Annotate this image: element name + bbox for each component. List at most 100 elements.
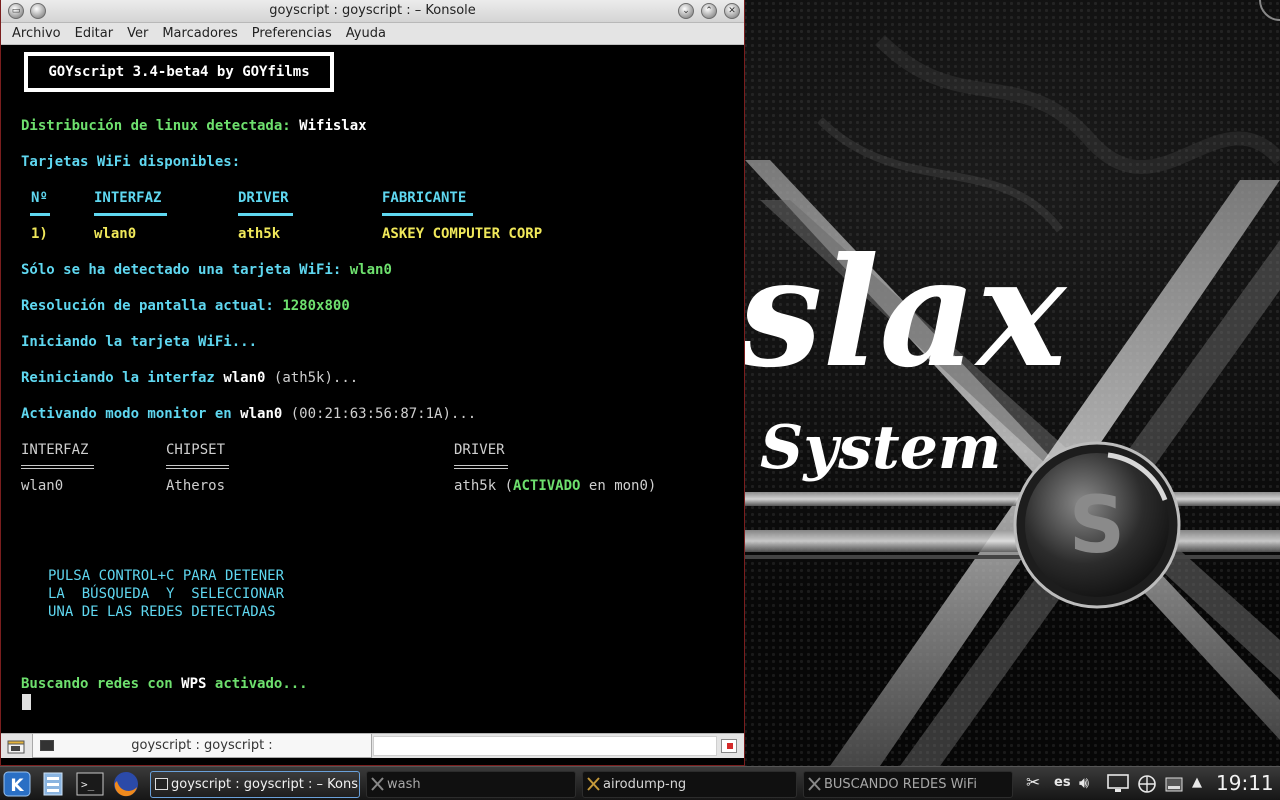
task-label: airodump-ng (603, 777, 687, 792)
maximize-button[interactable]: ⌃ (701, 3, 717, 19)
volume-icon[interactable]: 🔊︎ (1079, 773, 1089, 793)
iface-driver-status: ACTIVADO (513, 478, 581, 494)
cards-cell-interfaz: wlan0 (94, 226, 137, 242)
task-wash[interactable]: wash (366, 771, 576, 798)
monitor-suffix: (00:21:63:56:87:1A)... (290, 406, 477, 422)
monitor-prefix: Activando modo monitor en (21, 406, 232, 422)
tabbar-empty-area (373, 736, 717, 756)
minimize-button[interactable]: ⌄ (678, 3, 694, 19)
cards-cell-driver: ath5k (238, 226, 281, 242)
searching-line: Buscando redes con WPS activado... (21, 675, 308, 693)
task-buscando-redes[interactable]: BUSCANDO REDES WiFi (803, 771, 1013, 798)
wallpaper-system-text: System (760, 413, 1001, 483)
file-manager-icon[interactable] (39, 771, 67, 797)
resolution-value: 1280x800 (282, 298, 350, 314)
cards-cell-fabricante: ASKEY COMPUTER CORP (382, 226, 543, 242)
svg-text:K: K (10, 776, 24, 796)
searching-suffix: activado... (214, 676, 308, 692)
iface-cell-interfaz: wlan0 (21, 478, 64, 494)
window-titlebar[interactable]: ▭ goyscript : goyscript : – Konsole ⌄ ⌃ … (1, 0, 744, 23)
task-airodump[interactable]: airodump-ng (582, 771, 797, 798)
menu-ayuda[interactable]: Ayuda (339, 26, 393, 41)
starting-line: Iniciando la tarjeta WiFi... (21, 334, 258, 350)
searching-wps: WPS (181, 676, 207, 692)
iface-header-interfaz: INTERFAZ (21, 442, 89, 458)
resolution-label: Resolución de pantalla actual: (21, 298, 274, 314)
storage-icon[interactable] (1164, 774, 1184, 794)
single-card-line: Sólo se ha detectado una tarjeta WiFi: w… (21, 261, 392, 279)
iface-header-chipset: CHIPSET (166, 442, 226, 458)
close-tab-icon[interactable] (721, 739, 737, 753)
iface-header-underline (454, 465, 508, 469)
task-label: goyscript : goyscript : – Kons (171, 777, 359, 792)
task-label: BUSCANDO REDES WiFi (824, 777, 977, 792)
terminal-tab-icon (40, 740, 54, 751)
monitor-iface: wlan0 (240, 406, 283, 422)
cards-header-underline (238, 213, 293, 216)
konsole-window[interactable]: ▭ goyscript : goyscript : – Konsole ⌄ ⌃ … (0, 0, 745, 766)
instruction-line-1: PULSA CONTROL+C PARA DETENER (48, 568, 285, 584)
tab-label: goyscript : goyscript : (131, 738, 273, 753)
new-tab-icon[interactable] (7, 738, 25, 754)
keyboard-layout[interactable]: es (1054, 773, 1071, 793)
script-banner: GOYscript 3.4-beta4 by GOYfilms (24, 52, 334, 92)
cards-header-underline (382, 213, 473, 216)
wallpaper-logo-letter: S (1069, 481, 1125, 571)
single-card-label: Sólo se ha detectado una tarjeta WiFi: (21, 262, 342, 278)
taskbar: K >_ goyscript : goyscript : – Kons wash… (0, 766, 1280, 800)
restart-line: Reiniciando la interfaz wlan0 (ath5k)... (21, 369, 358, 387)
iface-header-underline (21, 465, 94, 469)
xterm-task-icon (371, 777, 384, 791)
svg-text:>_: >_ (81, 778, 95, 791)
xterm-task-icon (587, 777, 600, 791)
kde-menu-icon[interactable]: K (3, 771, 31, 797)
menu-archivo[interactable]: Archivo (5, 26, 68, 41)
resolution-line: Resolución de pantalla actual: 1280x800 (21, 297, 350, 315)
clock[interactable]: 19:11 (1216, 771, 1274, 795)
cards-header-underline (94, 213, 167, 216)
searching-prefix: Buscando redes con (21, 676, 173, 692)
terminal-cursor (22, 694, 31, 710)
menu-ver[interactable]: Ver (120, 26, 155, 41)
close-button[interactable]: ✕ (724, 3, 740, 19)
cards-label: Tarjetas WiFi disponibles: (21, 154, 241, 170)
menubar: Archivo Editar Ver Marcadores Preferenci… (1, 23, 744, 45)
scissors-icon[interactable]: ✂ (1026, 773, 1040, 793)
instruction-line-2: LA BÚSQUEDA Y SELECCIONAR (48, 586, 285, 602)
konsole-task-icon (155, 778, 168, 790)
wallpaper-brand-text: slax (737, 225, 1068, 401)
instruction-line-3: UNA DE LAS REDES DETECTADAS (48, 604, 276, 620)
iface-cell-chipset: Atheros (166, 478, 226, 494)
display-icon[interactable] (1107, 774, 1129, 794)
iface-driver-mon: en mon0) (588, 478, 657, 494)
iface-driver-paren: ( (504, 478, 514, 494)
terminal-icon[interactable]: >_ (76, 771, 104, 797)
restart-suffix: (ath5k)... (273, 370, 359, 386)
task-label: wash (387, 777, 421, 792)
iface-header-underline (166, 465, 229, 469)
distro-line: Distribución de linux detectada: Wifisla… (21, 117, 367, 135)
menu-marcadores[interactable]: Marcadores (155, 26, 244, 41)
menu-editar[interactable]: Editar (68, 26, 121, 41)
cards-header-num: Nº (31, 190, 48, 206)
iface-cell-driver: ath5k (ACTIVADO en mon0) (454, 477, 656, 495)
distro-label: Distribución de linux detectada: (21, 118, 291, 134)
tab-goyscript[interactable]: goyscript : goyscript : (32, 734, 372, 758)
terminal-area[interactable]: GOYscript 3.4-beta4 by GOYfilms Distribu… (1, 45, 744, 733)
network-icon[interactable] (1136, 774, 1158, 794)
konsole-tabbar: goyscript : goyscript : (1, 733, 744, 758)
single-card-value: wlan0 (349, 262, 392, 278)
restart-iface: wlan0 (223, 370, 266, 386)
firefox-icon[interactable] (112, 771, 140, 797)
cards-header-fabricante: FABRICANTE (382, 190, 467, 206)
menu-preferencias[interactable]: Preferencias (245, 26, 339, 41)
window-title: goyscript : goyscript : – Konsole (269, 3, 476, 18)
cards-header-interfaz: INTERFAZ (94, 190, 162, 206)
distro-value: Wifislax (299, 118, 367, 134)
monitor-line: Activando modo monitor en wlan0 (00:21:6… (21, 405, 476, 423)
tray-expand-arrow-icon[interactable]: ▲ (1192, 773, 1202, 793)
task-goyscript[interactable]: goyscript : goyscript : – Kons (150, 771, 360, 798)
cards-cell-num: 1) (31, 226, 48, 242)
iface-header-driver: DRIVER (454, 442, 505, 458)
cards-header-driver: DRIVER (238, 190, 289, 206)
